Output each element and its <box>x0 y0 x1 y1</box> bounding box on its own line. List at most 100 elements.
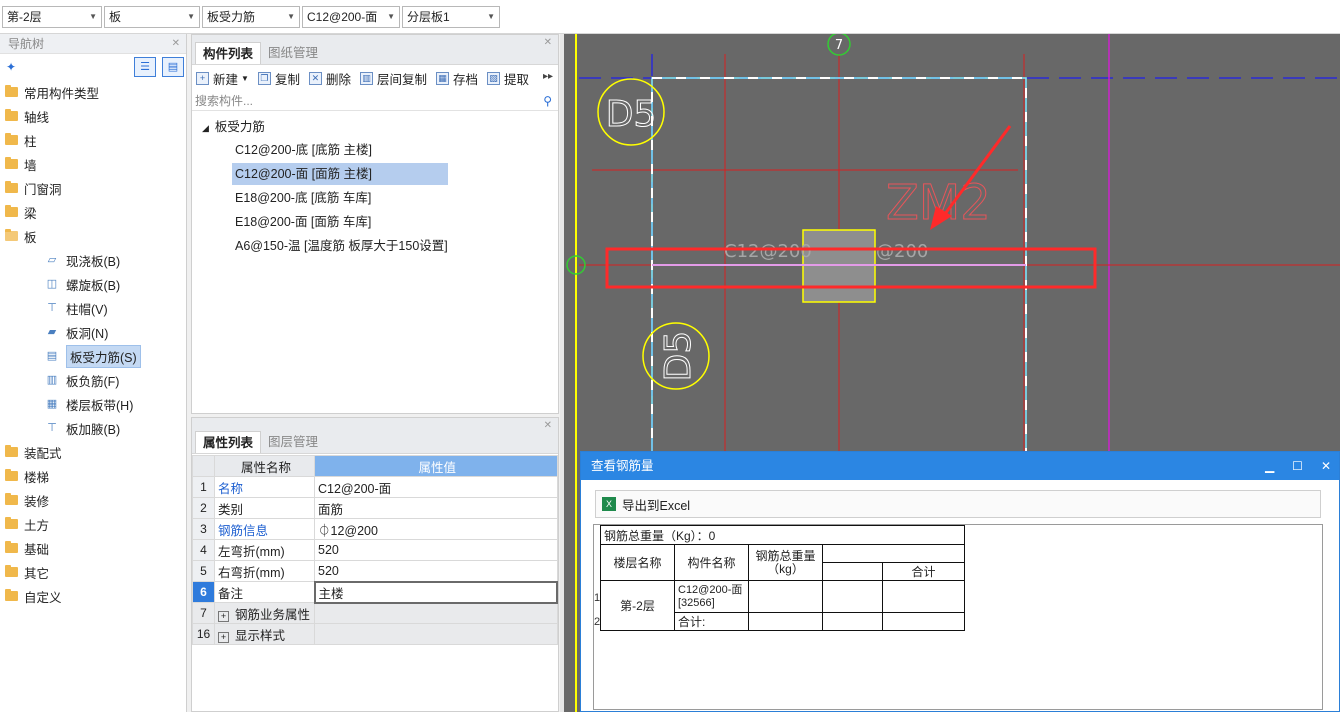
archive-icon: ▦ <box>435 71 449 85</box>
sidebar-item-label: 板负筋(F) <box>66 374 120 389</box>
sidebar-item[interactable]: 板 <box>0 224 186 248</box>
caret-down-icon[interactable]: ◢ <box>202 123 209 133</box>
sidebar-item[interactable]: 自定义 <box>0 584 186 608</box>
sidebar-item-label: 土方 <box>24 518 50 533</box>
sidebar-item[interactable]: 梁 <box>0 200 186 224</box>
folder-icon <box>5 517 18 529</box>
pin-icon[interactable]: ✕ <box>544 420 552 431</box>
component-tree-root[interactable]: ◢ 板受力筋 <box>192 115 558 139</box>
sidebar-item-label: 楼层板带(H) <box>66 398 134 413</box>
table-row[interactable]: 3 钢筋信息 ⏀12@200 <box>192 518 558 540</box>
d5-label: D5 <box>606 94 657 135</box>
table-row[interactable]: 16 + 显示样式 <box>192 623 558 645</box>
sidebar-item-label: 常用构件类型 <box>24 86 100 101</box>
sidebar-item-label: 轴线 <box>24 110 50 125</box>
table-row[interactable]: 1 名称 C12@200-面 <box>192 476 558 498</box>
sidebar-item[interactable]: 土方 <box>0 512 186 536</box>
sidebar-subitem[interactable]: ▥ 板负筋(F) <box>0 368 186 392</box>
sidebar-item-label: 基础 <box>24 542 50 557</box>
component-icon: ▦ <box>46 398 58 410</box>
pin-icon[interactable]: ✕ <box>544 37 552 48</box>
sidebar-item[interactable]: 墙 <box>0 152 186 176</box>
sidebar-subitem[interactable]: ▤ 板受力筋(S) <box>0 344 186 368</box>
maximize-icon[interactable]: ☐ <box>1292 452 1303 480</box>
sidebar-item-label: 柱帽(V) <box>66 302 108 317</box>
table-row[interactable]: 6 备注 主楼 <box>192 580 558 604</box>
floor-copy-button[interactable]: ▥ 层间复制 <box>359 69 427 88</box>
delete-icon: ✕ <box>308 71 322 85</box>
tab-drawing-manage[interactable]: 图纸管理 <box>261 42 325 64</box>
sparkle-icon[interactable]: ✦ <box>6 60 16 74</box>
sidebar-item[interactable]: 门窗洞 <box>0 176 186 200</box>
sidebar-item[interactable]: 装配式 <box>0 440 186 464</box>
minimize-icon[interactable]: ▁ <box>1265 452 1274 480</box>
floor-copy-icon: ▥ <box>359 71 373 85</box>
close-icon[interactable]: ✕ <box>1321 452 1331 480</box>
tab-property-list[interactable]: 属性列表 <box>195 431 262 453</box>
top-toolbar: 第-2层 ▼ 板 ▼ 板受力筋 ▼ C12@200-面 ▼ 分层板1 ▼ <box>0 0 1340 34</box>
sidebar-item-label: 现浇板(B) <box>66 254 121 269</box>
list-item[interactable]: A6@150-温 [温度筋 板厚大于150设置] <box>192 235 558 259</box>
list-item[interactable]: C12@200-面 [面筋 主楼] <box>192 163 558 187</box>
sidebar-subitem[interactable]: ⊤ 板加腋(B) <box>0 416 186 440</box>
sidebar-item[interactable]: 柱 <box>0 128 186 152</box>
component-tree: ◢ 板受力筋 C12@200-底 [底筋 主楼] C12@200-面 [面筋 主楼… <box>192 111 558 259</box>
folder-icon <box>5 205 18 217</box>
table-row[interactable]: 4 左弯折(mm) 520 <box>192 539 558 561</box>
sidebar-item[interactable]: 楼梯 <box>0 464 186 488</box>
nav-tools: ✦ ☰ ▤ <box>0 54 186 80</box>
copy-button[interactable]: ❐ 复制 <box>257 69 300 88</box>
expand-icon[interactable]: + <box>218 631 229 643</box>
component-icon: ▥ <box>46 374 58 386</box>
extract-button[interactable]: ▧ 提取 <box>487 69 529 88</box>
sidebar-subitem[interactable]: ◫ 螺旋板(B) <box>0 272 186 296</box>
search-icon[interactable]: ⚲ <box>543 91 552 111</box>
sidebar-item[interactable]: 装修 <box>0 488 186 512</box>
remark-input[interactable]: 主楼 <box>313 580 558 604</box>
sidebar-item-label: 自定义 <box>24 590 62 605</box>
list-item[interactable]: E18@200-面 [面筋 车库] <box>192 211 558 235</box>
sidebar-item[interactable]: 常用构件类型 <box>0 80 186 104</box>
sidebar-item[interactable]: 轴线 <box>0 104 186 128</box>
folder-icon <box>5 85 18 97</box>
folder-icon <box>5 229 18 241</box>
layer-select[interactable]: 分层板1 ▼ <box>402 5 500 28</box>
search-input[interactable]: 搜索构件... ⚲ <box>192 91 558 111</box>
column-header-name: 属性名称 <box>214 455 315 477</box>
folder-icon <box>5 109 18 121</box>
list-item[interactable]: C12@200-底 [底筋 主楼] <box>192 139 558 163</box>
floor-select[interactable]: 第-2层 ▼ <box>2 5 102 28</box>
nav-tree-panel: 导航树 ✕ ✦ ☰ ▤ 常用构件类型 轴线柱墙门窗洞梁板 ▱ 现浇板(B) ◫ 螺旋板(B… <box>0 34 187 712</box>
tab-layer-manage[interactable]: 图层管理 <box>261 431 325 453</box>
rebar-table: 钢筋总重量（Kg）：0 楼层名称 构件名称 钢筋总重量 （kg） 合计 第-2层 … <box>600 525 965 631</box>
sidebar-subitem[interactable]: ▦ 楼层板带(H) <box>0 392 186 416</box>
list-view-icon[interactable]: ☰ <box>134 57 156 77</box>
tab-component-list[interactable]: 构件列表 <box>195 42 262 64</box>
sidebar-subitem[interactable]: ▱ 现浇板(B) <box>0 248 186 272</box>
more-icon[interactable]: ▸▸ <box>543 71 553 82</box>
delete-button[interactable]: ✕ 删除 <box>308 69 351 88</box>
property-panel: 属性列表 图层管理 ✕ 属性名称 属性值 1 名称 C12@200-面 2 类别… <box>191 417 559 712</box>
export-excel-button[interactable]: X 导出到Excel <box>595 490 1321 518</box>
sidebar-item[interactable]: 其它 <box>0 560 186 584</box>
sidebar-item[interactable]: 基础 <box>0 536 186 560</box>
component-icon: ▤ <box>46 350 58 362</box>
list-item[interactable]: E18@200-底 [底筋 车库] <box>192 187 558 211</box>
type-select[interactable]: 板 ▼ <box>104 5 200 28</box>
sidebar-subitem[interactable]: ▰ 板洞(N) <box>0 320 186 344</box>
sidebar-item-label: 装修 <box>24 494 50 509</box>
detail-view-icon[interactable]: ▤ <box>162 57 184 77</box>
archive-button[interactable]: ▦ 存档 <box>435 69 478 88</box>
extract-icon: ▧ <box>487 71 500 85</box>
new-button[interactable]: + 新建 ▼ <box>196 69 249 88</box>
table-row[interactable]: 2 类别 面筋 <box>192 497 558 519</box>
table-row[interactable]: 5 右弯折(mm) 520 <box>192 560 558 582</box>
d5-label: D5 <box>658 331 699 382</box>
sidebar-subitem[interactable]: ⊤ 柱帽(V) <box>0 296 186 320</box>
component-select[interactable]: C12@200-面 ▼ <box>302 5 400 28</box>
pin-icon[interactable]: ✕ <box>172 34 180 54</box>
subtype-select[interactable]: 板受力筋 ▼ <box>202 5 300 28</box>
expand-icon[interactable]: + <box>218 610 229 622</box>
table-row[interactable]: 7 + 钢筋业务属性 <box>192 602 558 624</box>
sidebar-item-label: 柱 <box>24 134 37 149</box>
